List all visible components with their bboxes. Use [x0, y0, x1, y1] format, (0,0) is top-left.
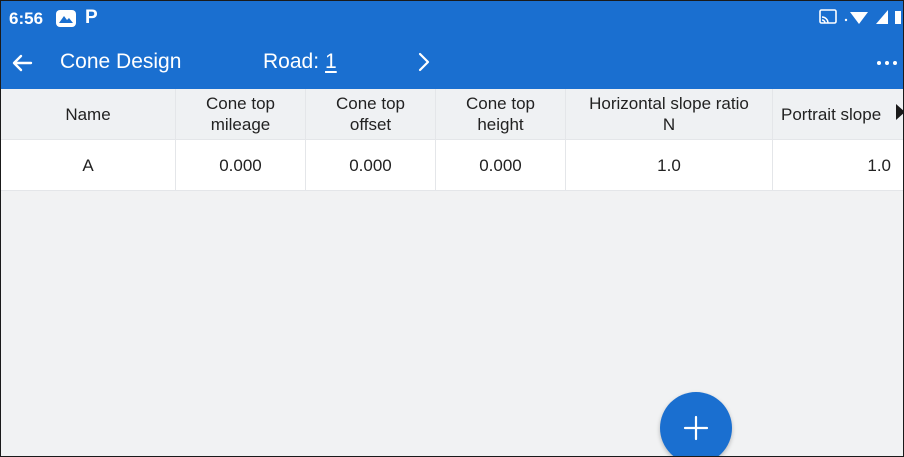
road-selector: Road: 1 [263, 50, 337, 74]
app-bar: Cone Design Road: 1 [1, 37, 903, 89]
page-title: Cone Design [60, 50, 182, 73]
gallery-icon [56, 10, 76, 27]
table-cell[interactable]: 0.000 [176, 140, 306, 190]
road-label: Road: [263, 50, 320, 73]
table-cell[interactable]: 0.000 [436, 140, 566, 190]
column-header: Cone top mileage [176, 89, 306, 139]
table-cell[interactable]: 1.0 [566, 140, 773, 190]
table-cell[interactable]: 0.000 [306, 140, 436, 190]
column-header: Cone top height [436, 89, 566, 139]
road-value[interactable]: 1 [325, 50, 337, 73]
column-header: Name [1, 89, 176, 139]
more-vert-icon[interactable] [863, 50, 897, 76]
table-header: Name Cone top mileage Cone top offset Co… [1, 89, 903, 140]
cast-icon [819, 9, 837, 24]
table-cell[interactable]: A [1, 140, 176, 190]
add-button[interactable] [660, 392, 732, 456]
status-bar: 6:56 P [1, 1, 903, 37]
column-header: Horizontal slope ratio N [566, 89, 773, 139]
signal-icon [876, 10, 888, 24]
table-row[interactable]: A 0.000 0.000 0.000 1.0 1.0 [1, 140, 903, 191]
back-arrow-icon[interactable] [9, 49, 35, 77]
screen: 6:56 P Cone Design Road: 1 Name Cone top… [0, 0, 904, 457]
battery-icon [895, 11, 901, 24]
cone-table: Name Cone top mileage Cone top offset Co… [1, 89, 903, 191]
scroll-right-icon[interactable] [896, 104, 903, 120]
table-cell[interactable]: 1.0 [773, 140, 903, 190]
wifi-icon [844, 12, 868, 24]
plus-icon [683, 415, 709, 441]
column-header: Cone top offset [306, 89, 436, 139]
chevron-right-icon[interactable] [411, 47, 437, 77]
status-time: 6:56 [9, 9, 44, 28]
parking-app-icon: P [85, 7, 98, 28]
column-header: Portrait slope [781, 104, 882, 124]
